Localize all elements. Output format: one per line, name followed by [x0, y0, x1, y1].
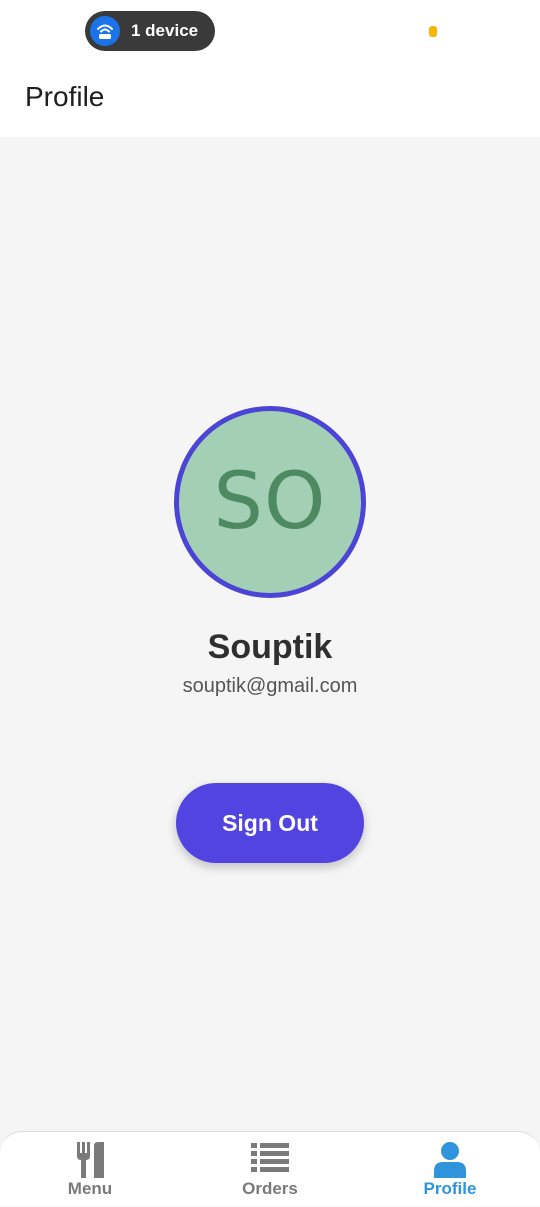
user-name: Souptik — [207, 628, 333, 666]
bottom-nav: Menu Orders Profile — [0, 1131, 540, 1206]
sign-out-button[interactable]: Sign Out — [176, 783, 364, 863]
nav-item-menu[interactable]: Menu — [25, 1132, 155, 1207]
nav-label-profile: Profile — [423, 1179, 477, 1198]
nav-label-menu: Menu — [67, 1179, 113, 1198]
status-bar: 1 device — [0, 0, 540, 60]
device-count-label: 1 device — [131, 21, 199, 40]
wifi-router-icon — [90, 16, 120, 46]
app-header: Profile — [0, 60, 540, 137]
avatar: SO — [174, 406, 366, 598]
fork-knife-icon — [25, 1142, 155, 1178]
connected-devices-pill[interactable]: 1 device — [85, 11, 215, 51]
nav-item-orders[interactable]: Orders — [205, 1132, 335, 1207]
list-icon — [205, 1142, 335, 1178]
person-icon — [385, 1142, 515, 1178]
privacy-indicator-dot — [429, 26, 437, 37]
user-email: souptik@gmail.com — [182, 675, 358, 697]
avatar-initials: SO — [213, 457, 327, 547]
nav-label-orders: Orders — [242, 1179, 298, 1198]
page-title: Profile — [25, 81, 105, 112]
nav-item-profile[interactable]: Profile — [385, 1132, 515, 1207]
